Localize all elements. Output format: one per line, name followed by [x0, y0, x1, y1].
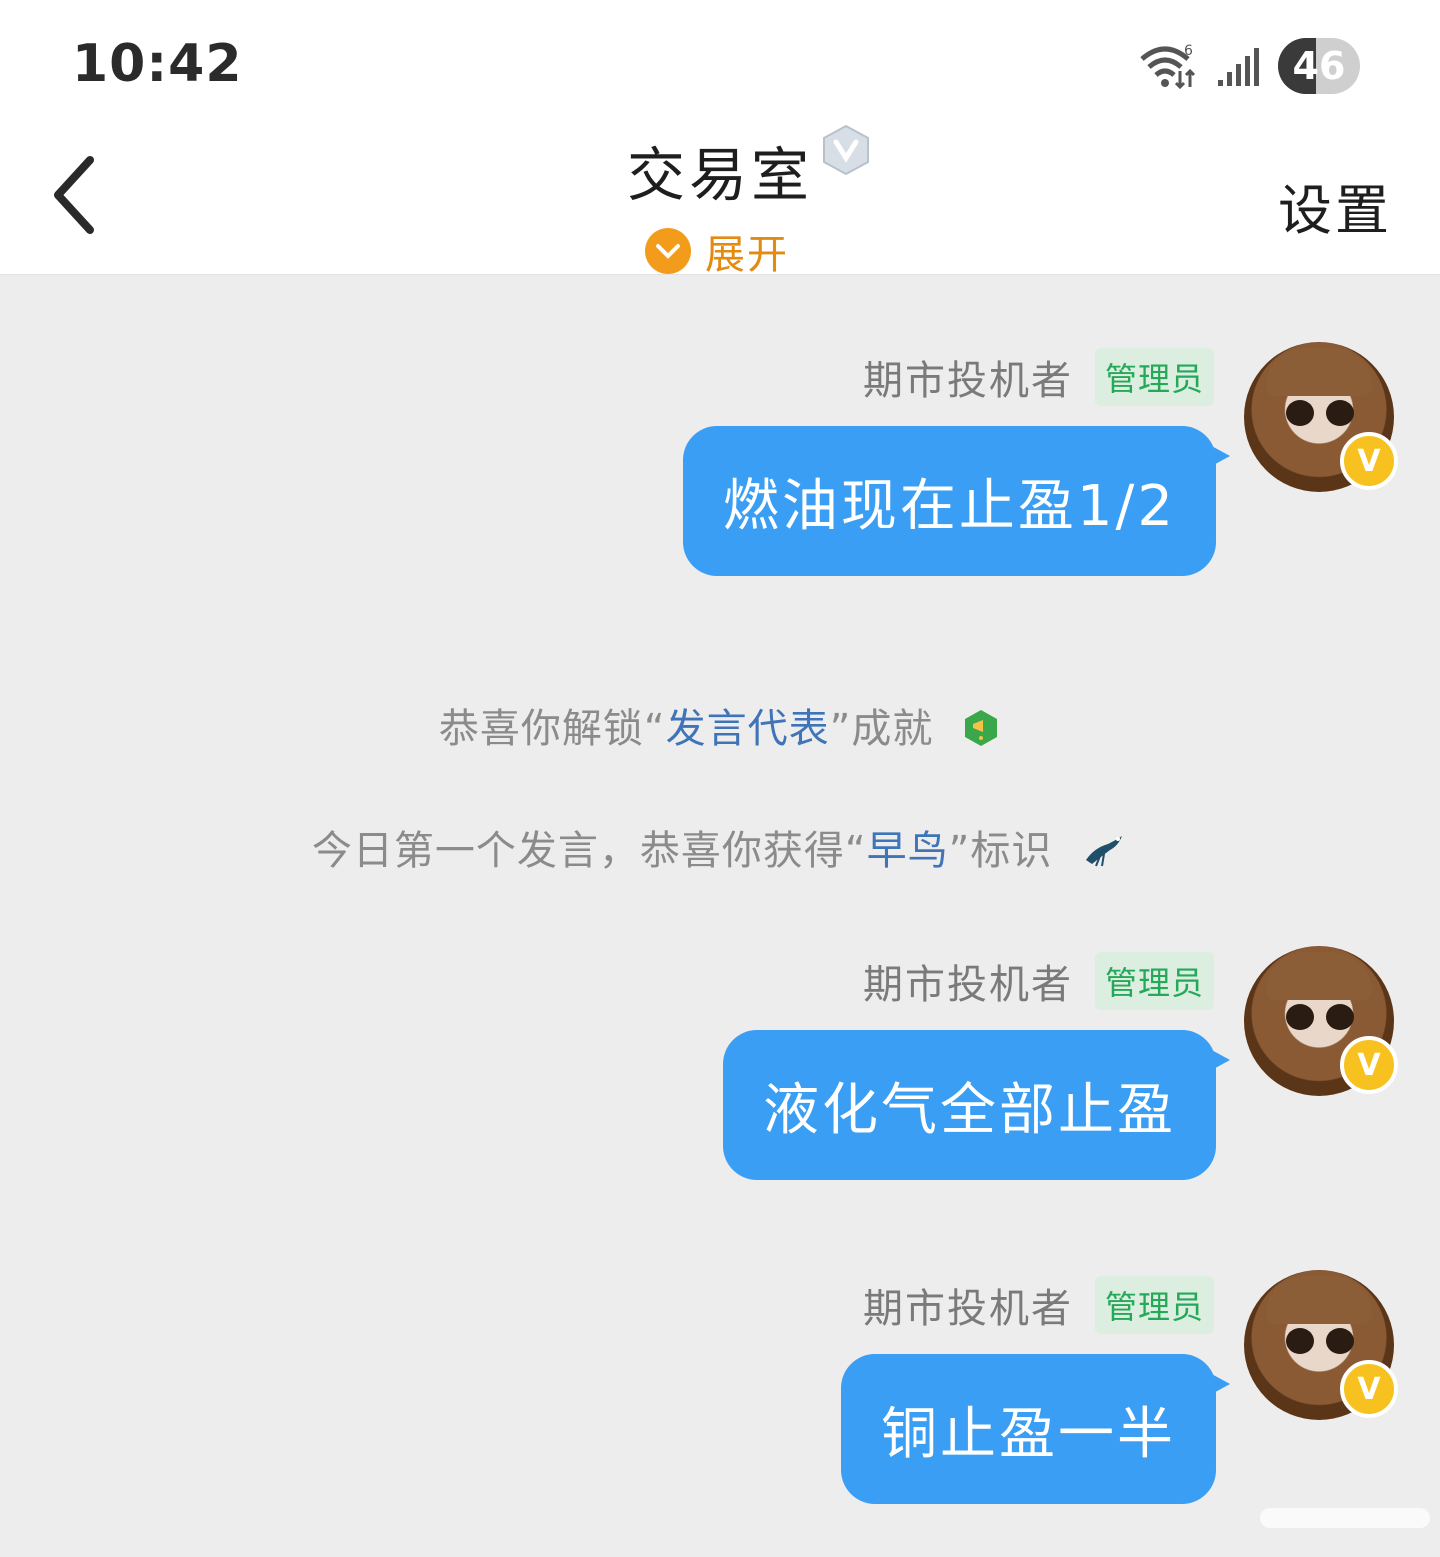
avatar[interactable]: V — [1244, 946, 1398, 1096]
chat-title: 交易室 — [626, 141, 813, 209]
system-text: ”标识 — [948, 828, 1053, 874]
verified-icon: V — [1340, 1360, 1398, 1418]
avatar[interactable]: V — [1244, 342, 1398, 492]
achievement-link[interactable]: 发言代表 — [666, 706, 830, 752]
signal-icon — [1218, 48, 1259, 86]
message-bubble[interactable]: 燃油现在止盈1/2 — [682, 426, 1231, 576]
chevron-down-icon — [645, 228, 691, 274]
settings-button[interactable]: 设置 — [1278, 166, 1392, 245]
early-bird-link[interactable]: 早鸟 — [867, 828, 949, 874]
scroll-indicator[interactable] — [1260, 1508, 1430, 1528]
system-achievement: 恭喜你解锁“发言代表”成就 — [0, 696, 1440, 754]
battery-indicator: 46 — [1278, 38, 1360, 94]
role-badge: 管理员 — [1094, 348, 1214, 406]
sender-name: 期市投机者 — [862, 358, 1073, 404]
megaphone-badge-icon — [965, 710, 998, 746]
system-text: 恭喜你解锁“ — [438, 706, 666, 752]
top-bar: 10:42 6 46 交易室 展开 设置 — [0, 0, 1440, 278]
system-text: ”成就 — [829, 706, 934, 752]
expand-label: 展开 — [705, 232, 789, 278]
verified-icon: V — [1340, 1036, 1398, 1094]
sender-row: 期市投机者 管理员 — [863, 1276, 1214, 1334]
svg-text:6: 6 — [1184, 43, 1193, 59]
message-bubble[interactable]: 铜止盈一半 — [841, 1354, 1230, 1504]
expand-button[interactable]: 展开 — [645, 222, 789, 280]
avatar[interactable]: V — [1244, 1270, 1398, 1420]
role-badge: 管理员 — [1094, 1276, 1214, 1334]
sender-row: 期市投机者 管理员 — [863, 348, 1214, 406]
status-icons: 6 46 — [1138, 36, 1360, 96]
bird-icon — [1086, 836, 1123, 867]
message-bubble[interactable]: 液化气全部止盈 — [723, 1030, 1230, 1180]
verified-icon: V — [1340, 432, 1398, 490]
verified-v-icon — [823, 124, 869, 176]
role-badge: 管理员 — [1094, 952, 1214, 1010]
sender-name: 期市投机者 — [862, 962, 1073, 1008]
chat-title-wrap: 交易室 — [0, 128, 1440, 212]
system-text: 今日第一个发言，恭喜你获得“ — [311, 828, 867, 874]
system-early-bird: 今日第一个发言，恭喜你获得“早鸟”标识 — [0, 818, 1440, 876]
sender-row: 期市投机者 管理员 — [863, 952, 1214, 1010]
status-time: 10:42 — [72, 34, 243, 94]
sender-name: 期市投机者 — [862, 1286, 1073, 1332]
battery-level: 46 — [1292, 44, 1346, 88]
wifi-icon: 6 — [1140, 43, 1196, 90]
